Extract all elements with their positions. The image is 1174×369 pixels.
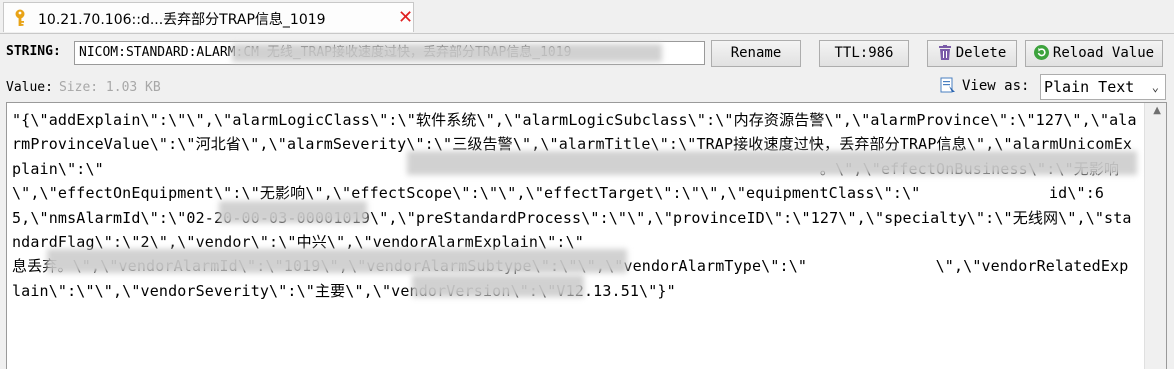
redaction xyxy=(232,44,662,62)
view-as-selected: Plain Text xyxy=(1044,78,1135,96)
redaction xyxy=(407,151,1137,175)
ttl-button[interactable]: TTL:986 xyxy=(819,40,909,67)
value-scrollbar[interactable]: ▲ xyxy=(1144,103,1166,369)
chevron-down-icon: ⌄ xyxy=(1151,80,1159,94)
redaction xyxy=(47,249,627,273)
value-size: Size: 1.03 KB xyxy=(58,80,161,95)
view-as-label: View as: xyxy=(962,78,1030,94)
key-icon xyxy=(15,9,25,26)
rename-button[interactable]: Rename xyxy=(711,40,801,67)
reload-value-button[interactable]: Reload Value xyxy=(1025,40,1163,67)
redaction xyxy=(412,275,584,297)
value-textarea[interactable]: "{\"addExplain\":\"\",\"alarmLogicClass\… xyxy=(6,102,1167,369)
value-text: "{\"addExplain\":\"\",\"alarmLogicClass\… xyxy=(12,111,1137,300)
ttl-button-label: TTL:986 xyxy=(834,45,894,61)
trash-icon xyxy=(938,45,951,60)
tab-title: 10.21.70.106::d...丢弃部分TRAP信息_1019 xyxy=(38,12,326,28)
key-tab[interactable]: 10.21.70.106::d...丢弃部分TRAP信息_1019 ✕ xyxy=(3,2,414,32)
close-icon[interactable]: ✕ xyxy=(398,9,414,27)
tab-bar: 10.21.70.106::d...丢弃部分TRAP信息_1019 ✕ xyxy=(0,0,1174,34)
value-label-row: Value: Size: 1.03 KB xyxy=(6,80,161,95)
value-label: Value: xyxy=(6,80,53,95)
key-type-label: STRING: xyxy=(6,44,61,59)
scroll-up-arrow-icon[interactable]: ▲ xyxy=(1153,105,1161,116)
view-as-select[interactable]: Plain Text ⌄ xyxy=(1040,74,1166,100)
reload-value-button-label: Reload Value xyxy=(1052,45,1155,61)
refresh-icon xyxy=(1033,45,1049,60)
redaction xyxy=(219,201,367,223)
delete-button-label: Delete xyxy=(955,45,1007,61)
rename-button-label: Rename xyxy=(730,45,782,61)
delete-button[interactable]: Delete xyxy=(927,40,1017,67)
format-icon xyxy=(940,77,955,93)
